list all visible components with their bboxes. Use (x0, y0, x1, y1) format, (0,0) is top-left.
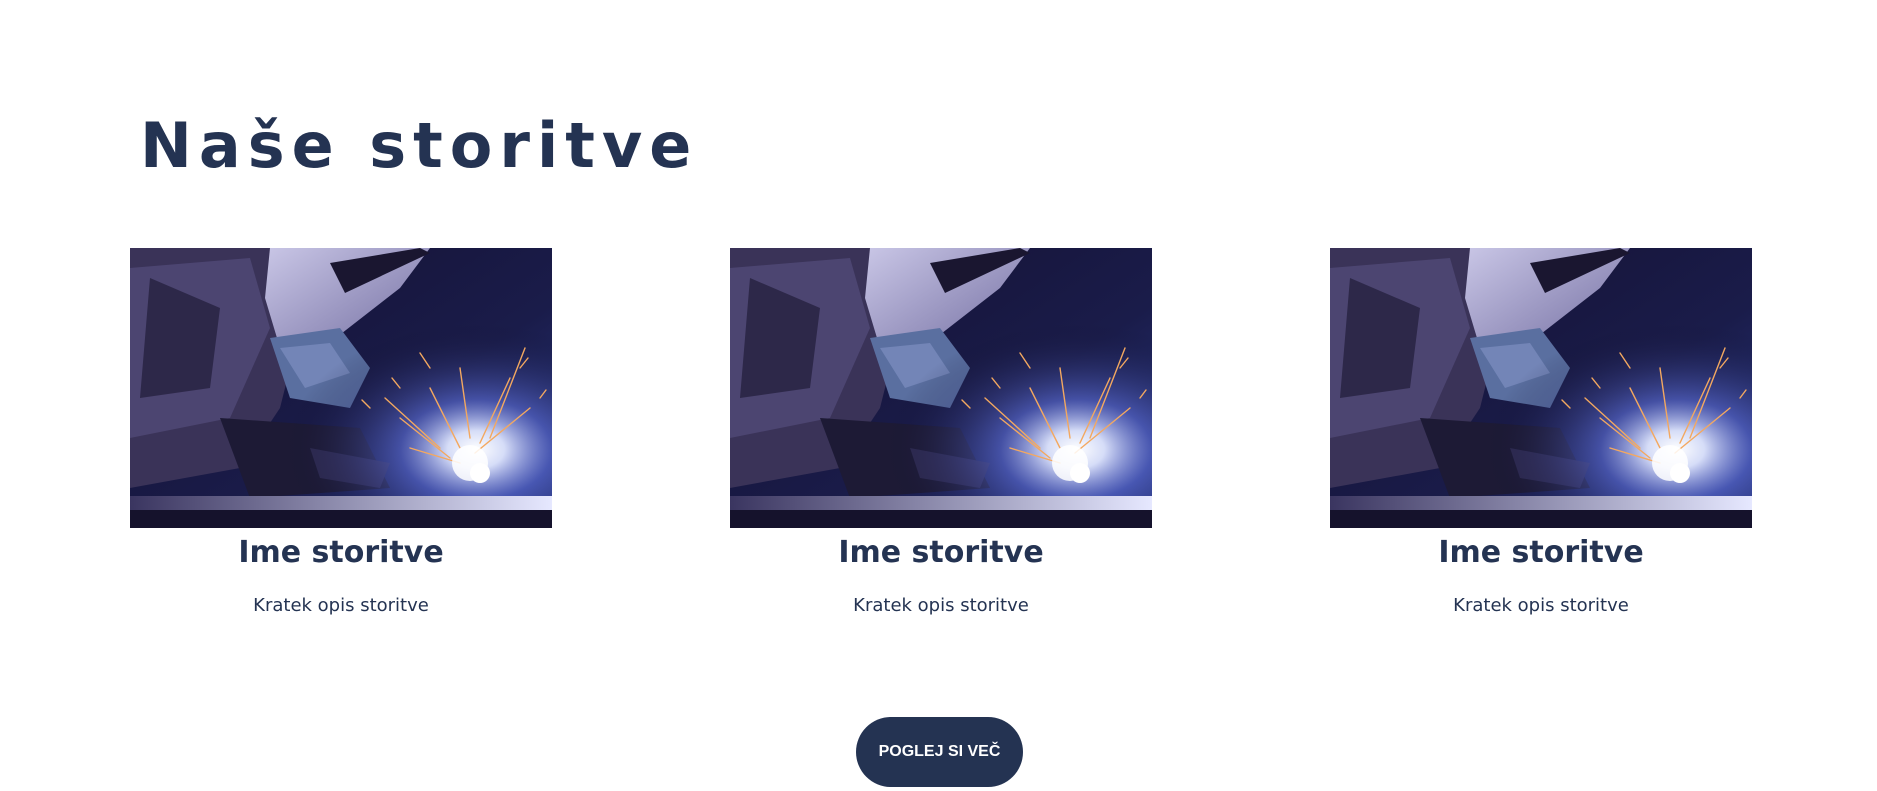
service-card: Ime storitve Kratek opis storitve (130, 248, 552, 618)
service-title: Ime storitve (838, 535, 1044, 570)
service-title: Ime storitve (1438, 535, 1644, 570)
view-more-button[interactable]: POGLEJ SI VEČ (856, 717, 1023, 787)
service-image (130, 248, 552, 528)
service-title: Ime storitve (238, 535, 444, 570)
service-description: Kratek opis storitve (853, 595, 1029, 616)
service-description: Kratek opis storitve (253, 595, 429, 616)
service-image (1330, 248, 1752, 528)
section-title: Naše storitve (140, 109, 699, 182)
service-card: Ime storitve Kratek opis storitve (730, 248, 1152, 618)
service-description: Kratek opis storitve (1453, 595, 1629, 616)
service-image (730, 248, 1152, 528)
service-card: Ime storitve Kratek opis storitve (1330, 248, 1752, 618)
